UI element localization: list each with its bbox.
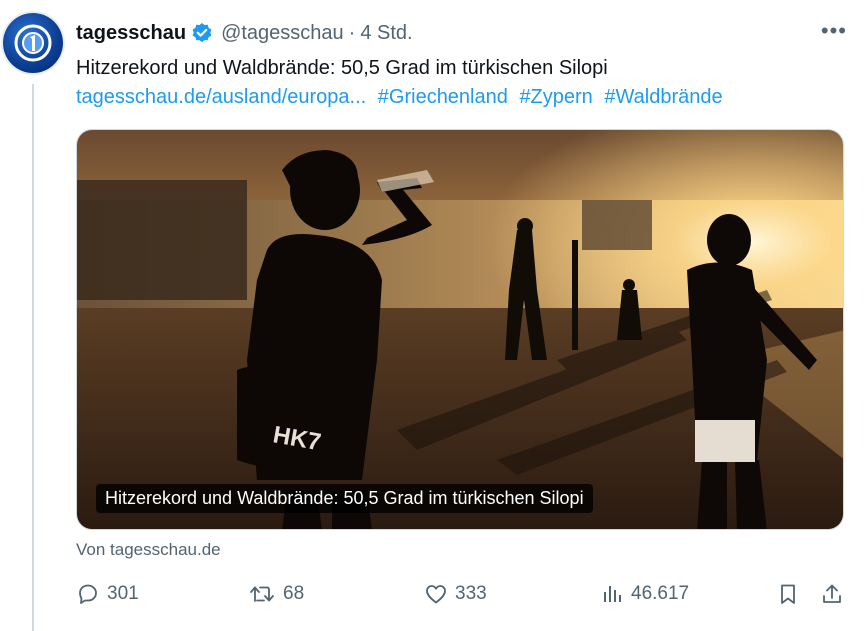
tweet-links: tagesschau.de/ausland/europa... #Grieche… xyxy=(76,82,729,112)
views-button[interactable]: 46.617 xyxy=(600,582,689,606)
thread-line xyxy=(32,84,34,631)
avatar[interactable] xyxy=(3,13,63,73)
author-handle[interactable]: @tagesschau xyxy=(221,22,344,45)
tweet-header: tagesschau @tagesschau · 4 Std. xyxy=(76,20,413,46)
reply-icon xyxy=(79,584,97,604)
tweet-timestamp[interactable]: 4 Std. xyxy=(360,22,412,45)
tagesschau-logo-icon xyxy=(14,24,52,62)
separator-dot: · xyxy=(348,21,356,44)
action-bar: 301 68 333 46.617 xyxy=(76,578,844,614)
tweet-text: Hitzerekord und Waldbrände: 50,5 Grad im… xyxy=(76,57,608,79)
hashtag-waldbraende[interactable]: #Waldbrände xyxy=(604,86,722,108)
share-button[interactable] xyxy=(820,582,851,606)
heart-icon xyxy=(426,585,446,604)
author-name[interactable]: tagesschau xyxy=(76,22,186,45)
share-icon xyxy=(823,584,841,603)
like-button[interactable]: 333 xyxy=(424,582,487,606)
retweet-count: 68 xyxy=(283,583,305,604)
view-count: 46.617 xyxy=(631,583,690,604)
reply-button[interactable]: 301 xyxy=(76,582,139,606)
bookmark-button[interactable] xyxy=(776,582,807,606)
reply-count: 301 xyxy=(107,583,139,604)
hashtag-griechenland[interactable]: #Griechenland xyxy=(378,86,508,108)
like-count: 333 xyxy=(455,583,487,604)
more-options-button[interactable]: ••• xyxy=(821,18,847,44)
retweet-button[interactable]: 68 xyxy=(248,582,304,606)
link-card-image[interactable]: HK7 Hitzerekord und Waldbrände: 50,5 Gra… xyxy=(76,129,844,530)
article-link[interactable]: tagesschau.de/ausland/europa... xyxy=(76,86,366,108)
retweet-icon xyxy=(250,586,274,602)
bookmark-icon xyxy=(781,584,795,604)
hashtag-zypern[interactable]: #Zypern xyxy=(519,86,592,108)
card-caption: Hitzerekord und Waldbrände: 50,5 Grad im… xyxy=(96,484,593,513)
card-source[interactable]: Von tagesschau.de xyxy=(76,540,221,560)
analytics-icon xyxy=(604,586,621,602)
sunset-photo: HK7 xyxy=(77,130,843,529)
verified-badge-icon xyxy=(191,22,213,44)
